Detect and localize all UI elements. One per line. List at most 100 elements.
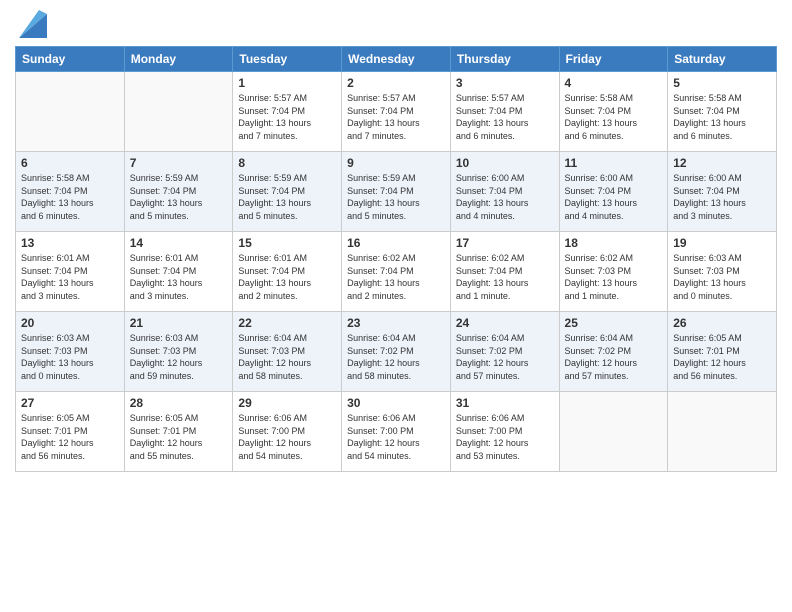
calendar-cell: 11 Sunrise: 6:00 AM Sunset: 7:04 PM Dayli… (559, 152, 668, 232)
week-row-0: 1 Sunrise: 5:57 AM Sunset: 7:04 PM Daylig… (16, 72, 777, 152)
page: SundayMondayTuesdayWednesdayThursdayFrid… (0, 0, 792, 612)
calendar-cell: 15 Sunrise: 6:01 AM Sunset: 7:04 PM Dayli… (233, 232, 342, 312)
day-info: Sunrise: 5:59 AM Sunset: 7:04 PM Dayligh… (347, 172, 445, 222)
calendar-cell: 7 Sunrise: 5:59 AM Sunset: 7:04 PM Daylig… (124, 152, 233, 232)
calendar-cell: 28 Sunrise: 6:05 AM Sunset: 7:01 PM Dayli… (124, 392, 233, 472)
day-number: 24 (456, 316, 554, 330)
weekday-header-friday: Friday (559, 47, 668, 72)
day-info: Sunrise: 5:58 AM Sunset: 7:04 PM Dayligh… (565, 92, 663, 142)
day-number: 14 (130, 236, 228, 250)
day-number: 9 (347, 156, 445, 170)
day-number: 12 (673, 156, 771, 170)
day-info: Sunrise: 6:04 AM Sunset: 7:02 PM Dayligh… (456, 332, 554, 382)
calendar-cell: 19 Sunrise: 6:03 AM Sunset: 7:03 PM Dayli… (668, 232, 777, 312)
day-number: 15 (238, 236, 336, 250)
day-info: Sunrise: 6:04 AM Sunset: 7:03 PM Dayligh… (238, 332, 336, 382)
day-info: Sunrise: 6:05 AM Sunset: 7:01 PM Dayligh… (130, 412, 228, 462)
day-number: 4 (565, 76, 663, 90)
weekday-header-saturday: Saturday (668, 47, 777, 72)
calendar-cell: 4 Sunrise: 5:58 AM Sunset: 7:04 PM Daylig… (559, 72, 668, 152)
weekday-header-thursday: Thursday (450, 47, 559, 72)
calendar-cell: 30Sunrise: 6:06 AM Sunset: 7:00 PM Dayli… (342, 392, 451, 472)
day-number: 22 (238, 316, 336, 330)
day-number: 16 (347, 236, 445, 250)
day-info: Sunrise: 6:06 AM Sunset: 7:00 PM Dayligh… (456, 412, 554, 462)
day-number: 7 (130, 156, 228, 170)
day-info: Sunrise: 5:57 AM Sunset: 7:04 PM Dayligh… (347, 92, 445, 142)
logo-icon (19, 10, 47, 38)
header (15, 10, 777, 38)
calendar-cell: 27 Sunrise: 6:05 AM Sunset: 7:01 PM Dayli… (16, 392, 125, 472)
calendar-cell: 26 Sunrise: 6:05 AM Sunset: 7:01 PM Dayli… (668, 312, 777, 392)
day-number: 28 (130, 396, 228, 410)
calendar-cell: 21 Sunrise: 6:03 AM Sunset: 7:03 PM Dayli… (124, 312, 233, 392)
day-number: 29 (238, 396, 336, 410)
logo (15, 10, 47, 38)
calendar-cell: 3 Sunrise: 5:57 AM Sunset: 7:04 PM Daylig… (450, 72, 559, 152)
weekday-header-sunday: Sunday (16, 47, 125, 72)
week-row-2: 13 Sunrise: 6:01 AM Sunset: 7:04 PM Dayli… (16, 232, 777, 312)
calendar-cell: 23Sunrise: 6:04 AM Sunset: 7:02 PM Dayli… (342, 312, 451, 392)
day-number: 26 (673, 316, 771, 330)
day-number: 5 (673, 76, 771, 90)
week-row-4: 27 Sunrise: 6:05 AM Sunset: 7:01 PM Dayli… (16, 392, 777, 472)
calendar-cell: 12Sunrise: 6:00 AM Sunset: 7:04 PM Dayli… (668, 152, 777, 232)
day-info: Sunrise: 6:05 AM Sunset: 7:01 PM Dayligh… (673, 332, 771, 382)
day-number: 27 (21, 396, 119, 410)
day-number: 2 (347, 76, 445, 90)
week-row-3: 20 Sunrise: 6:03 AM Sunset: 7:03 PM Dayli… (16, 312, 777, 392)
day-number: 11 (565, 156, 663, 170)
day-number: 25 (565, 316, 663, 330)
day-number: 31 (456, 396, 554, 410)
day-info: Sunrise: 6:05 AM Sunset: 7:01 PM Dayligh… (21, 412, 119, 462)
calendar-cell: 24 Sunrise: 6:04 AM Sunset: 7:02 PM Dayli… (450, 312, 559, 392)
day-info: Sunrise: 5:59 AM Sunset: 7:04 PM Dayligh… (238, 172, 336, 222)
day-info: Sunrise: 5:57 AM Sunset: 7:04 PM Dayligh… (238, 92, 336, 142)
day-info: Sunrise: 6:03 AM Sunset: 7:03 PM Dayligh… (673, 252, 771, 302)
day-number: 18 (565, 236, 663, 250)
calendar-cell: 31 Sunrise: 6:06 AM Sunset: 7:00 PM Dayli… (450, 392, 559, 472)
calendar-cell: 2 Sunrise: 5:57 AM Sunset: 7:04 PM Daylig… (342, 72, 451, 152)
day-info: Sunrise: 6:06 AM Sunset: 7:00 PM Dayligh… (347, 412, 445, 462)
day-info: Sunrise: 5:57 AM Sunset: 7:04 PM Dayligh… (456, 92, 554, 142)
calendar-cell: 14Sunrise: 6:01 AM Sunset: 7:04 PM Dayli… (124, 232, 233, 312)
calendar-cell (559, 392, 668, 472)
weekday-header-tuesday: Tuesday (233, 47, 342, 72)
day-number: 10 (456, 156, 554, 170)
day-info: Sunrise: 6:02 AM Sunset: 7:03 PM Dayligh… (565, 252, 663, 302)
calendar-cell (16, 72, 125, 152)
calendar-cell: 10Sunrise: 6:00 AM Sunset: 7:04 PM Dayli… (450, 152, 559, 232)
calendar-cell: 13 Sunrise: 6:01 AM Sunset: 7:04 PM Dayli… (16, 232, 125, 312)
day-number: 20 (21, 316, 119, 330)
calendar-cell: 1 Sunrise: 5:57 AM Sunset: 7:04 PM Daylig… (233, 72, 342, 152)
calendar-table: SundayMondayTuesdayWednesdayThursdayFrid… (15, 46, 777, 472)
weekday-header-wednesday: Wednesday (342, 47, 451, 72)
calendar-cell (668, 392, 777, 472)
day-info: Sunrise: 6:06 AM Sunset: 7:00 PM Dayligh… (238, 412, 336, 462)
day-info: Sunrise: 6:01 AM Sunset: 7:04 PM Dayligh… (21, 252, 119, 302)
day-info: Sunrise: 6:02 AM Sunset: 7:04 PM Dayligh… (456, 252, 554, 302)
calendar-cell: 8Sunrise: 5:59 AM Sunset: 7:04 PM Daylig… (233, 152, 342, 232)
day-number: 1 (238, 76, 336, 90)
day-info: Sunrise: 5:58 AM Sunset: 7:04 PM Dayligh… (21, 172, 119, 222)
calendar-cell: 9 Sunrise: 5:59 AM Sunset: 7:04 PM Daylig… (342, 152, 451, 232)
day-number: 3 (456, 76, 554, 90)
day-info: Sunrise: 6:00 AM Sunset: 7:04 PM Dayligh… (565, 172, 663, 222)
calendar-cell: 22 Sunrise: 6:04 AM Sunset: 7:03 PM Dayli… (233, 312, 342, 392)
calendar-cell: 20Sunrise: 6:03 AM Sunset: 7:03 PM Dayli… (16, 312, 125, 392)
day-number: 17 (456, 236, 554, 250)
calendar-cell: 6 Sunrise: 5:58 AM Sunset: 7:04 PM Daylig… (16, 152, 125, 232)
day-info: Sunrise: 5:59 AM Sunset: 7:04 PM Dayligh… (130, 172, 228, 222)
calendar-cell: 25Sunrise: 6:04 AM Sunset: 7:02 PM Dayli… (559, 312, 668, 392)
day-number: 21 (130, 316, 228, 330)
day-info: Sunrise: 6:04 AM Sunset: 7:02 PM Dayligh… (347, 332, 445, 382)
day-number: 19 (673, 236, 771, 250)
day-info: Sunrise: 6:03 AM Sunset: 7:03 PM Dayligh… (130, 332, 228, 382)
day-info: Sunrise: 5:58 AM Sunset: 7:04 PM Dayligh… (673, 92, 771, 142)
day-info: Sunrise: 6:01 AM Sunset: 7:04 PM Dayligh… (238, 252, 336, 302)
day-info: Sunrise: 6:02 AM Sunset: 7:04 PM Dayligh… (347, 252, 445, 302)
week-row-1: 6 Sunrise: 5:58 AM Sunset: 7:04 PM Daylig… (16, 152, 777, 232)
day-number: 13 (21, 236, 119, 250)
day-number: 6 (21, 156, 119, 170)
calendar-cell: 29 Sunrise: 6:06 AM Sunset: 7:00 PM Dayli… (233, 392, 342, 472)
